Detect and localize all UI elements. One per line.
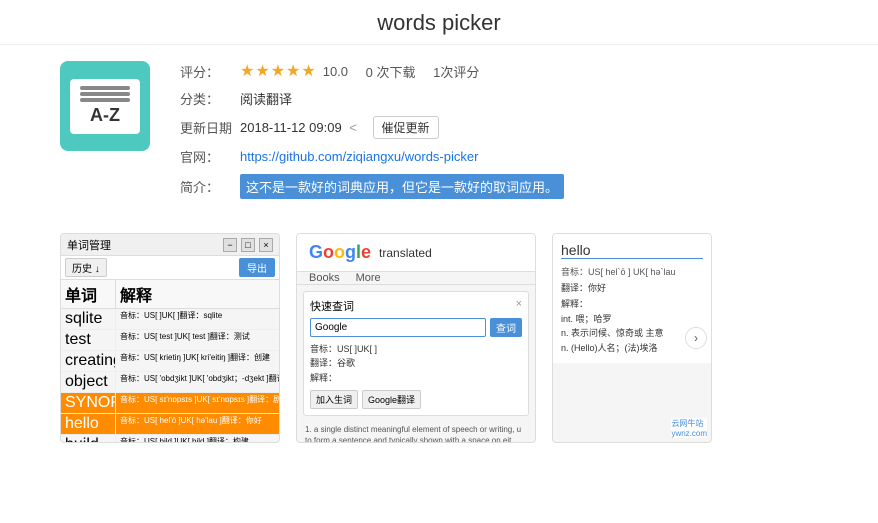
next-button[interactable]: › [685,327,707,349]
stars: ★★★★★ [240,61,317,81]
quick-lookup-close-icon[interactable]: × [516,298,522,314]
update-row: 更新日期 2018-11-12 09:09 < 催促更新 [180,116,818,139]
review-count: 1次评分 [433,62,479,81]
page-header: words picker [0,0,878,45]
table-row[interactable]: build音标：US[ bild ]UK[ bild ]翻译：构建 [61,435,279,443]
detail-line1: int. 喂；哈罗 [561,312,703,326]
quick-lookup-title: 快速查词 [310,298,354,314]
quick-lookup-header: 快速查词 × [310,298,522,314]
nav-books[interactable]: Books [309,272,340,284]
word-manager-toolbar: 历史 ↓ 导出 [61,256,279,280]
app-icon: A-Z [60,61,150,151]
google-logo: Google [309,242,371,263]
add-to-vocab-button[interactable]: 加入生词 [310,390,358,409]
history-button[interactable]: 历史 ↓ [65,258,107,277]
quick-lookup-translation: 翻译：谷歌 [310,356,522,370]
page-title: words picker [0,10,878,36]
close-btn-1[interactable]: × [259,238,273,252]
col-word-header: 单词 [61,280,116,308]
update-label: 更新日期 [180,118,240,137]
maximize-btn-1[interactable]: □ [241,238,255,252]
app-info-section: A-Z 评分： ★★★★★ 10.0 0 次下载 1次评分 分类： 阅读翻译 更… [0,45,878,223]
detail-explanation: int. 喂；哈罗 n. 表示问候、惊奇或 主意 n. (Hello)人名；(法… [561,312,703,355]
quick-lookup-results: 音标：US[ ]UK[ ] 翻译：谷歌 解释： [310,342,522,385]
app-icon-text: A-Z [90,105,120,126]
minimize-btn-1[interactable]: − [223,238,237,252]
watermark: 云网牛站 ywnz.com [671,418,707,438]
table-row[interactable]: test音标：US[ test ]UK[ test ]翻译：测试 [61,330,279,351]
table-row[interactable]: object音标：US[ 'obdʒikt ]UK[ 'obdʒikt；-dʒe… [61,372,279,393]
word-table-body: sqlite音标：US[ ]UK[ ]翻译：sqlitetest音标：US[ t… [61,309,279,443]
screenshot-word-detail: hello 音标：US[ hel`ō ] UK[ hə`lau 翻译：你好 解释… [552,233,712,443]
update-button[interactable]: 催促更新 [373,116,439,139]
col-def-header: 解释 [116,280,279,308]
quick-lookup-input-row: 查词 [310,318,522,337]
detail-line2: n. 表示问候、惊奇或 主意 [561,326,703,340]
google-translate-button[interactable]: Google翻译 [362,390,421,409]
quick-lookup-footer: 加入生词 Google翻译 [310,390,522,409]
category-label: 分类： [180,89,240,108]
quick-lookup-panel: 快速查词 × 查词 音标：US[ ]UK[ ] 翻译：谷歌 解释： 加入生词 G… [303,291,529,416]
quick-lookup-search-button[interactable]: 查词 [490,318,522,337]
website-label: 官网： [180,147,240,166]
window-titlebar-1: 单词管理 − □ × [61,234,279,256]
detail-word-row: hello [561,242,703,259]
table-row[interactable]: hello音标：US[ hel'ō ]UK[ hə'lau ]翻译：你好 [61,414,279,435]
detail-word: hello [561,242,591,258]
description-text: 这不是一款好的词典应用，但它是一款好的取词应用。 [240,174,564,199]
detail-phonetic: 音标：US[ hel`ō ] UK[ hə`lau [561,265,703,278]
google-header: Google translated [297,234,535,272]
rating-row: 评分： ★★★★★ 10.0 0 次下载 1次评分 [180,61,818,81]
website-row: 官网： https://github.com/ziqiangxu/words-p… [180,147,818,166]
table-row[interactable]: creating音标：US[ krietiŋ ]UK[ kri'eitiŋ ]翻… [61,351,279,372]
detail-line3: n. (Hello)人名；(法)埃洛 [561,341,703,355]
category-value: 阅读翻译 [240,89,292,108]
nav-more[interactable]: More [356,272,381,284]
table-row[interactable]: sqlite音标：US[ ]UK[ ]翻译：sqlite [61,309,279,330]
description-label: 简介： [180,177,240,196]
description-row: 简介： 这不是一款好的词典应用，但它是一款好的取词应用。 [180,174,818,199]
word-table-header: 单词 解释 [61,280,279,309]
rating-label: 评分： [180,62,240,81]
quick-lookup-input[interactable] [310,318,486,337]
table-row[interactable]: SYNOPSIS音标：US[ sɪ'nɒpsɪs ]UK[ sɪ'nɒpsɪs … [61,393,279,414]
google-nav: Books More [297,272,535,285]
screenshots-section: 单词管理 − □ × 历史 ↓ 导出 单词 解释 sqlite音标：US[ ]U… [0,223,878,463]
export-button[interactable]: 导出 [239,258,275,277]
download-count: 0 次下载 [366,62,416,81]
category-row: 分类： 阅读翻译 [180,89,818,108]
translated-label: translated [379,246,432,260]
screenshot-google: Google translated Books More 快速查词 × 查词 音… [296,233,536,443]
quick-lookup-explanation: 解释： [310,371,522,385]
detail-explanation-label: 解释： [561,297,703,310]
website-link[interactable]: https://github.com/ziqiangxu/words-picke… [240,149,478,164]
google-body-text: 1. a single distinct meaningful element … [297,422,535,443]
update-date: 2018-11-12 09:09 [240,120,342,135]
screenshot-word-manager: 单词管理 − □ × 历史 ↓ 导出 单词 解释 sqlite音标：US[ ]U… [60,233,280,443]
window-controls-1: − □ × [223,238,273,252]
window-title-1: 单词管理 [67,237,111,253]
rating-score: 10.0 [323,64,348,79]
detail-translation: 翻译：你好 [561,281,703,294]
app-details: 评分： ★★★★★ 10.0 0 次下载 1次评分 分类： 阅读翻译 更新日期 … [180,61,818,207]
quick-lookup-phonetic: 音标：US[ ]UK[ ] [310,342,522,356]
